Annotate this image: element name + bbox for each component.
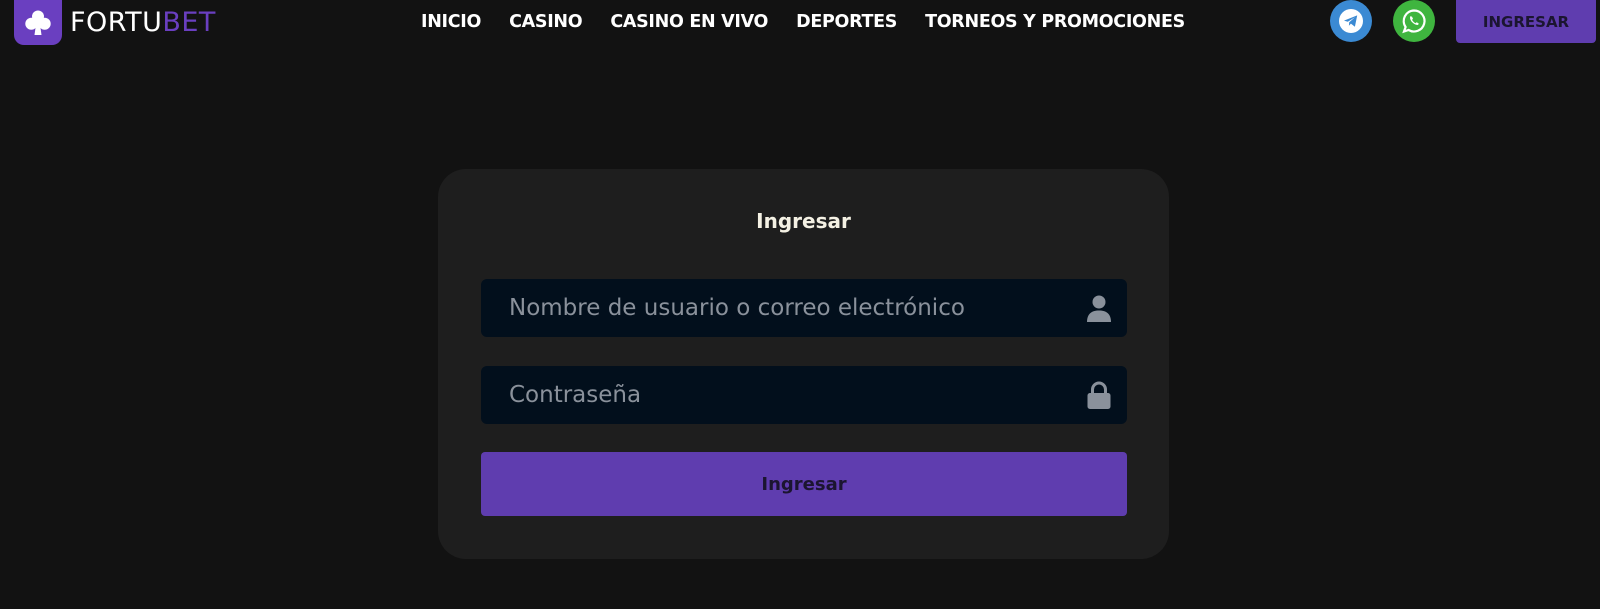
username-field-wrapper [481, 279, 1127, 337]
password-input[interactable] [481, 366, 1069, 424]
brand-name-part2: BET [162, 7, 216, 38]
nav-item-deportes[interactable]: DEPORTES [796, 12, 897, 32]
login-title: Ingresar [756, 209, 851, 233]
main-nav: INICIO CASINO CASINO EN VIVO DEPORTES TO… [421, 0, 1185, 44]
whatsapp-button[interactable] [1393, 0, 1435, 42]
telegram-button[interactable] [1330, 0, 1372, 42]
login-card: Ingresar Ingresar [438, 169, 1169, 559]
nav-item-casino-en-vivo[interactable]: CASINO EN VIVO [610, 12, 768, 32]
whatsapp-icon [1402, 9, 1426, 34]
nav-item-casino[interactable]: CASINO [509, 12, 583, 32]
login-submit-button[interactable]: Ingresar [481, 452, 1127, 516]
brand-name: FORTUBET [70, 9, 216, 36]
brand-name-part1: FORTU [70, 7, 163, 38]
logo[interactable]: FORTUBET [14, 0, 216, 45]
nav-item-inicio[interactable]: INICIO [421, 12, 481, 32]
club-icon [14, 0, 62, 45]
header-login-button[interactable]: INGRESAR [1456, 0, 1596, 43]
lock-icon [1085, 381, 1113, 409]
nav-item-torneos-y-promociones[interactable]: TORNEOS Y PROMOCIONES [925, 12, 1185, 32]
username-input[interactable] [481, 279, 1069, 337]
telegram-icon [1339, 9, 1363, 33]
password-field-wrapper [481, 366, 1127, 424]
user-icon [1085, 294, 1113, 322]
site-header: FORTUBET INICIO CASINO CASINO EN VIVO DE… [0, 0, 1600, 45]
